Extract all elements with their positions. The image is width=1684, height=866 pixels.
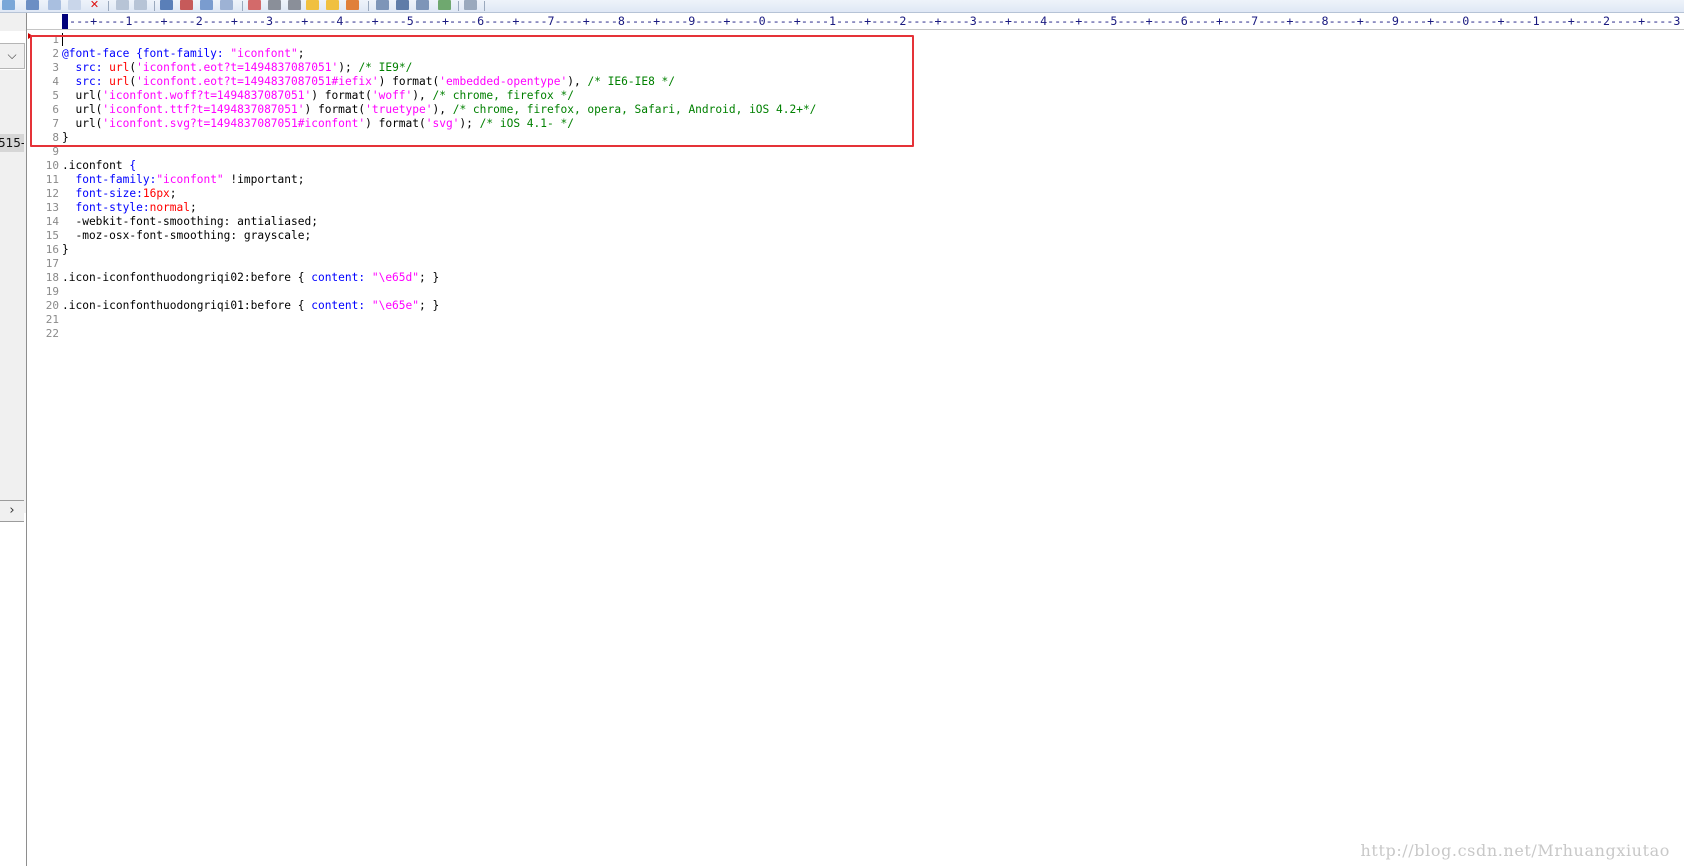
watermark: http://blog.csdn.net/Mrhuangxiutao [1360,841,1670,860]
code-line[interactable]: -webkit-font-smoothing: antialiased; [62,214,318,229]
line-number: 16 [45,243,59,256]
code-token: ; } [419,299,440,312]
code-line[interactable]: font-size:16px; [62,186,177,201]
line-number: 12 [45,187,59,200]
ruler-scale: ----+----1----+----2----+----3----+----4… [62,14,1681,28]
annotation-highlight-box [30,35,914,147]
code-token: .iconfont [62,159,130,172]
line-number: 18 [45,271,59,284]
line-number: 21 [45,313,59,326]
copy-icon[interactable] [48,0,61,10]
replace-icon[interactable] [180,0,193,10]
file-tree-panel: ⌵ 515- › [0,13,27,866]
spell-check-icon[interactable] [346,0,359,10]
ruler-gutter [27,14,62,30]
open-file-icon[interactable] [2,0,15,10]
code-token: "iconfont" [156,173,224,186]
font-icon[interactable] [248,0,261,10]
code-line[interactable]: .icon-iconfonthuodongriqi02:before { con… [62,270,439,285]
code-line[interactable]: .iconfont { [62,158,136,173]
code-token: 16px [142,187,170,200]
line-number: 15 [45,229,59,242]
line-number: 19 [45,285,59,298]
code-line[interactable]: .icon-iconfonthuodongriqi01:before { con… [62,298,439,313]
line-numbers-icon[interactable] [306,0,319,10]
code-line[interactable]: font-style:normal; [62,200,197,215]
save-icon[interactable] [26,0,39,10]
code-token: ; } [419,271,440,284]
code-token: ; [169,187,177,200]
panel-item-label[interactable]: 515- [0,134,24,152]
toolbar-separator [458,1,459,11]
toolbar-separator [242,1,243,11]
line-number: 22 [45,327,59,340]
toolbar-separator [484,1,485,11]
close-icon[interactable]: ✕ [88,0,101,10]
code-token: content: [311,299,372,312]
code-token: content: [311,271,372,284]
goto-line-icon[interactable] [220,0,233,10]
split-view-icon[interactable] [396,0,409,10]
column-mode-icon[interactable] [326,0,339,10]
code-token: normal [149,201,190,214]
view-icon[interactable] [376,0,389,10]
code-line[interactable]: -moz-osx-font-smoothing: grayscale; [62,228,311,243]
chevron-down-icon[interactable]: ⌵ [0,43,25,69]
code-token: ; [190,201,197,214]
settings-icon[interactable] [464,0,477,10]
code-line[interactable]: font-family:"iconfont" !important; [62,172,305,187]
redo-icon[interactable] [134,0,147,10]
line-number: 20 [45,299,59,312]
hex-mode-icon[interactable] [268,0,281,10]
undo-icon[interactable] [116,0,129,10]
toolbar-separator [108,1,109,11]
line-number: 10 [45,159,59,172]
chevron-right-icon[interactable]: › [0,500,24,522]
code-token: -moz-osx-font-smoothing: grayscale; [62,229,312,242]
code-token: font-size: [75,187,143,200]
find-icon[interactable] [160,0,173,10]
code-token: font-style: [75,201,150,214]
line-number: 13 [45,201,59,214]
code-token: !important; [223,173,305,186]
code-token: } [62,243,69,256]
paste-icon[interactable] [68,0,81,10]
panel-header [0,13,26,31]
line-number: 17 [45,257,59,270]
find-in-files-icon[interactable] [200,0,213,10]
toolbar-separator [154,1,155,11]
code-token: .icon-iconfonthuodongriqi02:before { [62,271,312,284]
toolbar-separator [368,1,369,11]
line-number: 11 [45,173,59,186]
column-ruler: ----+----1----+----2----+----3----+----4… [62,14,1684,30]
word-wrap-icon[interactable] [288,0,301,10]
code-token: "\e65e" [371,299,419,312]
line-number-gutter: 1 2 3 4 5 6 7 8 9 10 11 12 13 14 15 16 17 18 19 20 21 22 [27,30,59,866]
ruler-cursor-marker [62,14,68,29]
code-token: "\e65d" [371,271,419,284]
toolbar: ✕ [0,0,1684,13]
code-token: -webkit-font-smoothing: antialiased; [62,215,318,228]
code-token: font-family: [75,173,157,186]
code-editor[interactable]: 1 2 3 4 5 6 7 8 9 10 11 12 13 14 15 16 17 18 19 20 21 22 @fon… [27,30,1684,866]
code-line[interactable]: } [62,242,69,257]
code-token: { [129,159,137,172]
line-number: 14 [45,215,59,228]
compare-icon[interactable] [416,0,429,10]
macro-icon[interactable] [438,0,451,10]
code-token: .icon-iconfonthuodongriqi01:before { [62,299,312,312]
editor-window: ✕ ⌵ 515- › ----+----1----+----2----+ [0,0,1684,866]
